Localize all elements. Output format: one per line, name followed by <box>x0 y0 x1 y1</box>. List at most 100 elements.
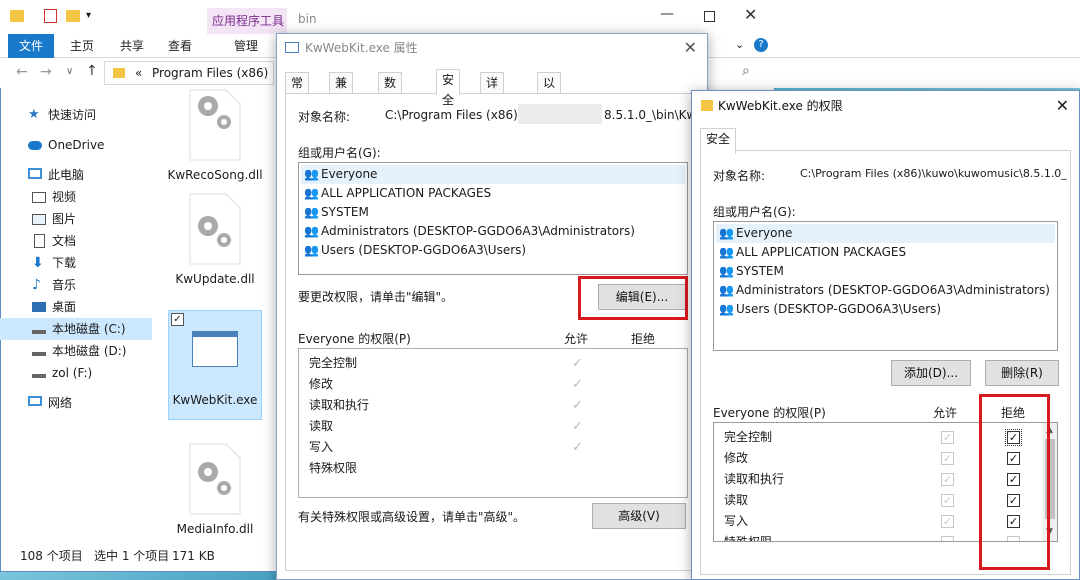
nav-onedrive[interactable]: OneDrive <box>0 134 152 156</box>
nav-desktop[interactable]: 桌面 <box>0 296 152 318</box>
maximize-icon[interactable] <box>704 11 715 22</box>
drive-icon <box>32 348 46 356</box>
user-name: Users (DESKTOP-GGDO6A3\Users) <box>736 302 942 316</box>
user-name: SYSTEM <box>736 264 784 278</box>
user-name: ALL APPLICATION PACKAGES <box>736 245 907 259</box>
tab-manage[interactable]: 管理 <box>226 34 266 58</box>
nav-pictures[interactable]: 图片 <box>0 208 152 230</box>
users-listbox[interactable]: 👥 Everyone 👥 ALL APPLICATION PACKAGES 👥 SYS… <box>713 221 1058 351</box>
change-permissions-hint: 要更改权限，请单击"编辑"。 <box>298 290 454 304</box>
file-item[interactable]: MediaInfo.dll <box>160 442 270 536</box>
user-item[interactable]: 👥 Everyone <box>716 224 1055 243</box>
tab-home[interactable]: 主页 <box>62 34 102 58</box>
close-icon[interactable]: ✕ <box>1056 91 1069 121</box>
nav-this-pc[interactable]: 此电脑 <box>0 164 152 186</box>
user-group-icon: 👥 <box>719 264 734 278</box>
nav-drive-f[interactable]: zol (F:) <box>0 362 152 384</box>
nav-quick-access[interactable]: ★ 快速访问 <box>0 104 152 126</box>
properties-dialog: KwWebKit.exe 属性 ✕ 常规 兼容性 数字签名 安全 详细信息 以前… <box>276 33 708 580</box>
tab-file[interactable]: 文件 <box>8 34 54 58</box>
tab-previous-versions[interactable]: 以前的版本 <box>537 72 562 170</box>
network-icon <box>28 396 42 406</box>
tab-general[interactable]: 常规 <box>285 72 310 110</box>
close-icon[interactable]: ✕ <box>744 5 757 24</box>
user-group-icon: 👥 <box>304 167 319 181</box>
permission-row: 修改 <box>309 377 334 391</box>
file-item[interactable]: KwUpdate.dll <box>160 192 270 286</box>
user-group-icon: 👥 <box>304 224 319 238</box>
user-item[interactable]: 👥 Everyone <box>301 165 685 184</box>
add-button[interactable]: 添加(D)... <box>891 360 971 386</box>
selection-checkbox[interactable]: ✓ <box>171 313 184 326</box>
remove-button[interactable]: 删除(R) <box>985 360 1059 386</box>
advanced-button[interactable]: 高级(V) <box>592 503 686 529</box>
user-item[interactable]: 👥 Users (DESKTOP-GGDO6A3\Users) <box>301 241 526 260</box>
file-item-selected[interactable]: ✓ KwWebKit.exe <box>168 310 262 420</box>
quick-access-toolbar: ▾ 应用程序工具 bin — ✕ <box>0 0 1080 58</box>
minimize-icon[interactable]: — <box>660 6 674 22</box>
download-icon: ⬇ <box>32 255 44 271</box>
file-name: MediaInfo.dll <box>176 522 254 536</box>
nav-label: 此电脑 <box>48 168 85 182</box>
allow-check-icon: ✓ <box>572 440 583 455</box>
nav-documents[interactable]: 文档 <box>0 230 152 252</box>
properties-icon[interactable] <box>44 9 57 23</box>
file-item[interactable]: KwRecoSong.dll <box>160 88 270 182</box>
user-group-icon: 👥 <box>304 186 319 200</box>
allow-checkbox: ✓ <box>941 515 954 528</box>
permission-row: 写入 <box>724 514 749 528</box>
close-icon[interactable]: ✕ <box>684 34 697 62</box>
dll-file-icon <box>186 192 244 266</box>
address-input[interactable]: « Program Files (x86) <box>104 61 274 85</box>
users-listbox[interactable]: 👥 Everyone 👥 ALL APPLICATION PACKAGES 👥 SYS… <box>298 162 688 275</box>
allow-check-icon: ✓ <box>572 398 583 413</box>
ribbon-expand-icon[interactable]: ⌄ <box>735 38 744 51</box>
tab-compatibility[interactable]: 兼容性 <box>329 72 354 130</box>
tab-details[interactable]: 详细信息 <box>480 72 505 150</box>
user-name: ALL APPLICATION PACKAGES <box>321 186 492 200</box>
nav-label: 下载 <box>52 256 77 270</box>
user-item[interactable]: 👥 SYSTEM <box>301 203 369 222</box>
user-name: SYSTEM <box>321 205 369 219</box>
forward-icon[interactable]: → <box>40 64 52 80</box>
up-icon[interactable]: ↑ <box>86 63 98 79</box>
nav-network[interactable]: 网络 <box>0 392 152 414</box>
permissions-dialog: KwWebKit.exe 的权限 ✕ 安全 对象名称: C:\Program F… <box>691 90 1080 580</box>
search-icon[interactable]: ⌕ <box>742 63 750 79</box>
user-item[interactable]: 👥 SYSTEM <box>716 262 784 281</box>
nav-drive-c[interactable]: 本地磁盘 (C:) <box>0 318 152 340</box>
redacted-area <box>518 104 602 124</box>
recent-dropdown-icon[interactable]: ∨ <box>66 66 73 77</box>
exe-file-icon <box>186 311 244 385</box>
user-name: Everyone <box>736 226 793 240</box>
security-tab-pane: 对象名称: C:\Program Files (x86)\k 8.5.1.0_\… <box>285 93 700 571</box>
permission-row: 特殊权限 <box>724 535 773 542</box>
folder-icon <box>701 100 713 111</box>
tab-security[interactable]: 安全 <box>436 69 461 107</box>
tab-signatures[interactable]: 数字签名 <box>378 72 403 150</box>
tab-security[interactable]: 安全 <box>700 128 737 154</box>
tab-share[interactable]: 共享 <box>112 34 152 58</box>
user-item[interactable]: 👥 Users (DESKTOP-GGDO6A3\Users) <box>716 300 941 319</box>
window-title: bin <box>298 12 317 26</box>
nav-videos[interactable]: 视频 <box>0 186 152 208</box>
customize-dropdown-icon[interactable]: ▾ <box>86 10 91 21</box>
deny-header: 拒绝 <box>631 332 656 346</box>
back-icon[interactable]: ← <box>16 64 28 80</box>
tab-view[interactable]: 查看 <box>160 34 200 58</box>
allow-check-icon: ✓ <box>572 377 583 392</box>
group-users-label: 组或用户名(G): <box>298 146 381 160</box>
user-item[interactable]: 👥 ALL APPLICATION PACKAGES <box>301 184 491 203</box>
permission-row: 完全控制 <box>724 430 773 444</box>
file-name: KwWebKit.exe <box>172 393 258 407</box>
help-icon[interactable]: ? <box>754 38 768 52</box>
nav-drive-d[interactable]: 本地磁盘 (D:) <box>0 340 152 362</box>
nav-music[interactable]: ♪ 音乐 <box>0 274 152 296</box>
user-item[interactable]: 👥 Administrators (DESKTOP-GGDO6A3\Adminis… <box>301 222 635 241</box>
user-item[interactable]: 👥 Administrators (DESKTOP-GGDO6A3\Adminis… <box>716 281 1050 300</box>
user-item[interactable]: 👥 ALL APPLICATION PACKAGES <box>716 243 906 262</box>
user-name: Users (DESKTOP-GGDO6A3\Users) <box>321 243 527 257</box>
new-folder-icon[interactable] <box>66 10 80 22</box>
object-name-tail: 8.5.1.0_\bin\Kw <box>604 108 697 122</box>
nav-downloads[interactable]: ⬇ 下载 <box>0 252 152 274</box>
